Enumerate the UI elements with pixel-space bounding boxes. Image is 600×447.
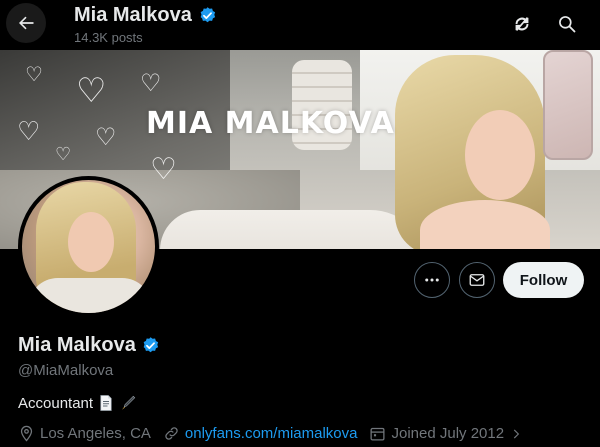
display-name: Mia Malkova (18, 334, 136, 356)
join-date: Joined July 2012 (369, 425, 523, 442)
header-title-block: Mia Malkova 14.3K posts (74, 4, 217, 45)
document-emoji-icon (100, 395, 112, 411)
heart-icon: ♡ (25, 64, 43, 86)
profile-name-row: Mia Malkova (18, 334, 160, 357)
follow-button[interactable]: Follow (503, 262, 584, 298)
location-text: Los Angeles, CA (40, 425, 151, 442)
heart-icon: ♡ (150, 153, 177, 186)
top-bar: Mia Malkova 14.3K posts (0, 0, 600, 50)
heart-icon: ♡ (95, 124, 117, 151)
location-icon (20, 425, 33, 442)
mail-icon (469, 274, 485, 286)
bio: Accountant (18, 394, 137, 412)
location: Los Angeles, CA (18, 425, 151, 442)
join-date-text: Joined July 2012 (391, 425, 505, 442)
heart-icon: ♡ (140, 70, 162, 97)
back-arrow-icon (19, 16, 34, 30)
header-title: Mia Malkova (74, 4, 192, 26)
heart-icon: ♡ (17, 116, 41, 146)
chevron-right-icon[interactable] (509, 427, 523, 441)
heart-icon: ♡ (76, 72, 107, 110)
search-icon (559, 16, 576, 33)
more-button[interactable] (414, 262, 450, 298)
post-count: 14.3K posts (74, 30, 143, 45)
more-icon (425, 278, 439, 282)
search-button[interactable] (552, 9, 582, 39)
link-icon (165, 427, 178, 440)
verified-badge-icon[interactable] (141, 336, 160, 355)
verified-badge-icon (200, 7, 215, 23)
banner-text: MIA MALKOVA (146, 106, 395, 141)
pen-emoji-icon (122, 395, 136, 410)
bio-text: Accountant (18, 394, 94, 412)
refresh-button[interactable] (507, 9, 537, 39)
website[interactable]: onlyfans.com/miamalkova (163, 425, 358, 442)
back-button[interactable] (6, 3, 46, 43)
avatar[interactable] (18, 176, 159, 317)
message-button[interactable] (459, 262, 495, 298)
website-link[interactable]: onlyfans.com/miamalkova (185, 425, 358, 442)
calendar-icon (370, 427, 385, 441)
refresh-icon (515, 17, 529, 31)
profile-meta: Los Angeles, CA onlyfans.com/miamalkova … (18, 425, 535, 442)
heart-icon: ♡ (55, 144, 72, 164)
user-handle: @MiaMalkova (18, 362, 114, 379)
